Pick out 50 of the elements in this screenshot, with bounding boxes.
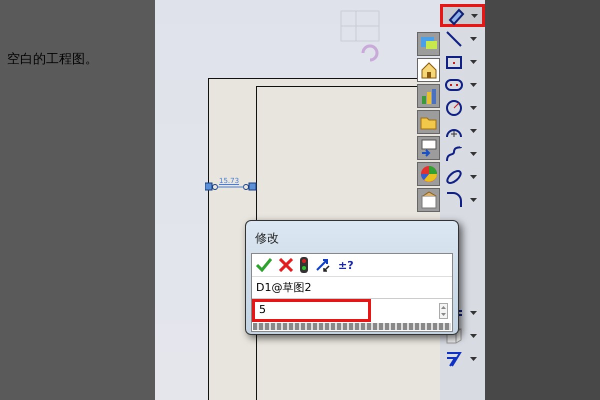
task-pane-tab[interactable]: [417, 32, 440, 56]
clipboard-icon: [421, 191, 436, 208]
dialog-title: 修改: [255, 230, 279, 247]
dimension-name: D1@草图2: [252, 277, 452, 299]
close-icon[interactable]: [279, 258, 293, 272]
dropdown-caret-icon[interactable]: [470, 128, 477, 132]
offset-entities-icon: [446, 352, 462, 366]
value-field[interactable]: 5: [252, 299, 371, 322]
circle-icon: [446, 100, 462, 116]
task-pane-tab[interactable]: [417, 84, 440, 108]
color-ball-icon: [420, 166, 436, 182]
check-icon[interactable]: [256, 258, 272, 272]
dropdown-caret-icon[interactable]: [470, 36, 477, 40]
home-icon: [421, 62, 436, 78]
task-pane-tab[interactable]: [417, 188, 440, 212]
dropdown-caret-icon[interactable]: [470, 334, 477, 338]
dimension-line-drawing: [205, 182, 257, 192]
dropdown-caret-icon[interactable]: [470, 310, 477, 314]
folder-icon: [420, 118, 436, 130]
task-pane-tab[interactable]: [417, 58, 440, 82]
ellipse-icon: [446, 170, 462, 184]
arc-icon: [446, 128, 462, 137]
instruction-text: 空白的工程图。: [7, 51, 98, 68]
dropdown-caret-icon[interactable]: [470, 82, 477, 86]
tool-button[interactable]: [440, 4, 485, 27]
chart-icon: [422, 89, 436, 104]
dropdown-caret-icon[interactable]: [470, 60, 477, 64]
task-pane-tab[interactable]: [417, 162, 440, 186]
fillet-icon: [447, 192, 462, 206]
thumbwheel[interactable]: [253, 323, 451, 330]
view-palette-icon: [420, 140, 436, 157]
task-pane-tab[interactable]: [417, 110, 440, 134]
dropdown-caret-icon[interactable]: [470, 356, 477, 360]
spline-icon: [446, 146, 462, 161]
task-pane-tab[interactable]: [417, 136, 440, 160]
smart-dimension-icon: [448, 8, 464, 25]
dropdown-caret-icon[interactable]: [471, 14, 478, 18]
reverse-arrows-icon[interactable]: [315, 257, 331, 273]
drawing-sheet-watermark-icon: [340, 10, 382, 62]
dropdown-caret-icon[interactable]: [470, 152, 477, 156]
dropdown-caret-icon[interactable]: [470, 174, 477, 178]
dropdown-caret-icon[interactable]: [470, 198, 477, 202]
dropdown-caret-icon[interactable]: [470, 106, 477, 110]
line-icon: [446, 30, 462, 46]
spin-buttons[interactable]: [439, 302, 448, 318]
slot-icon: [445, 78, 463, 90]
comment-icon: [420, 37, 436, 49]
tolerance-button[interactable]: ±?: [338, 258, 354, 272]
rectangle-icon: [446, 56, 462, 68]
traffic-light-icon[interactable]: [300, 257, 308, 273]
